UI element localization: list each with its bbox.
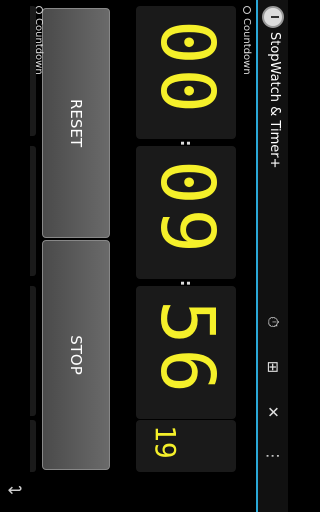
- hours-digits: 00: [144, 20, 230, 118]
- action-bar: StopWatch & Timer+ ⏱ ⊞ ✕ ⋮: [256, 0, 288, 512]
- lap-timer-icon[interactable]: ⏱: [262, 310, 284, 334]
- app-title: StopWatch & Timer+: [267, 32, 282, 169]
- stop-button[interactable]: STOP: [42, 240, 110, 470]
- overflow-menu-icon[interactable]: ⋮: [262, 444, 284, 468]
- countdown-label: Countdown: [241, 6, 252, 75]
- back-icon[interactable]: ↩: [4, 480, 26, 501]
- add-timer-icon[interactable]: ⊞: [262, 355, 284, 379]
- app-stage: StopWatch & Timer+ ⏱ ⊞ ✕ ⋮ Countdown 00 …: [0, 0, 288, 512]
- countdown-indicator-icon: [243, 6, 251, 14]
- secondary-indicator-icon: [35, 6, 43, 14]
- hundredths-digits: 19: [149, 425, 182, 459]
- minutes-digits: 09: [144, 160, 230, 258]
- reset-button[interactable]: RESET: [42, 8, 110, 238]
- seconds-digits: 56: [144, 300, 230, 398]
- stopwatch-app-icon[interactable]: [262, 6, 284, 28]
- fullscreen-icon[interactable]: ✕: [262, 400, 284, 424]
- system-nav-bar: ↩: [0, 0, 30, 512]
